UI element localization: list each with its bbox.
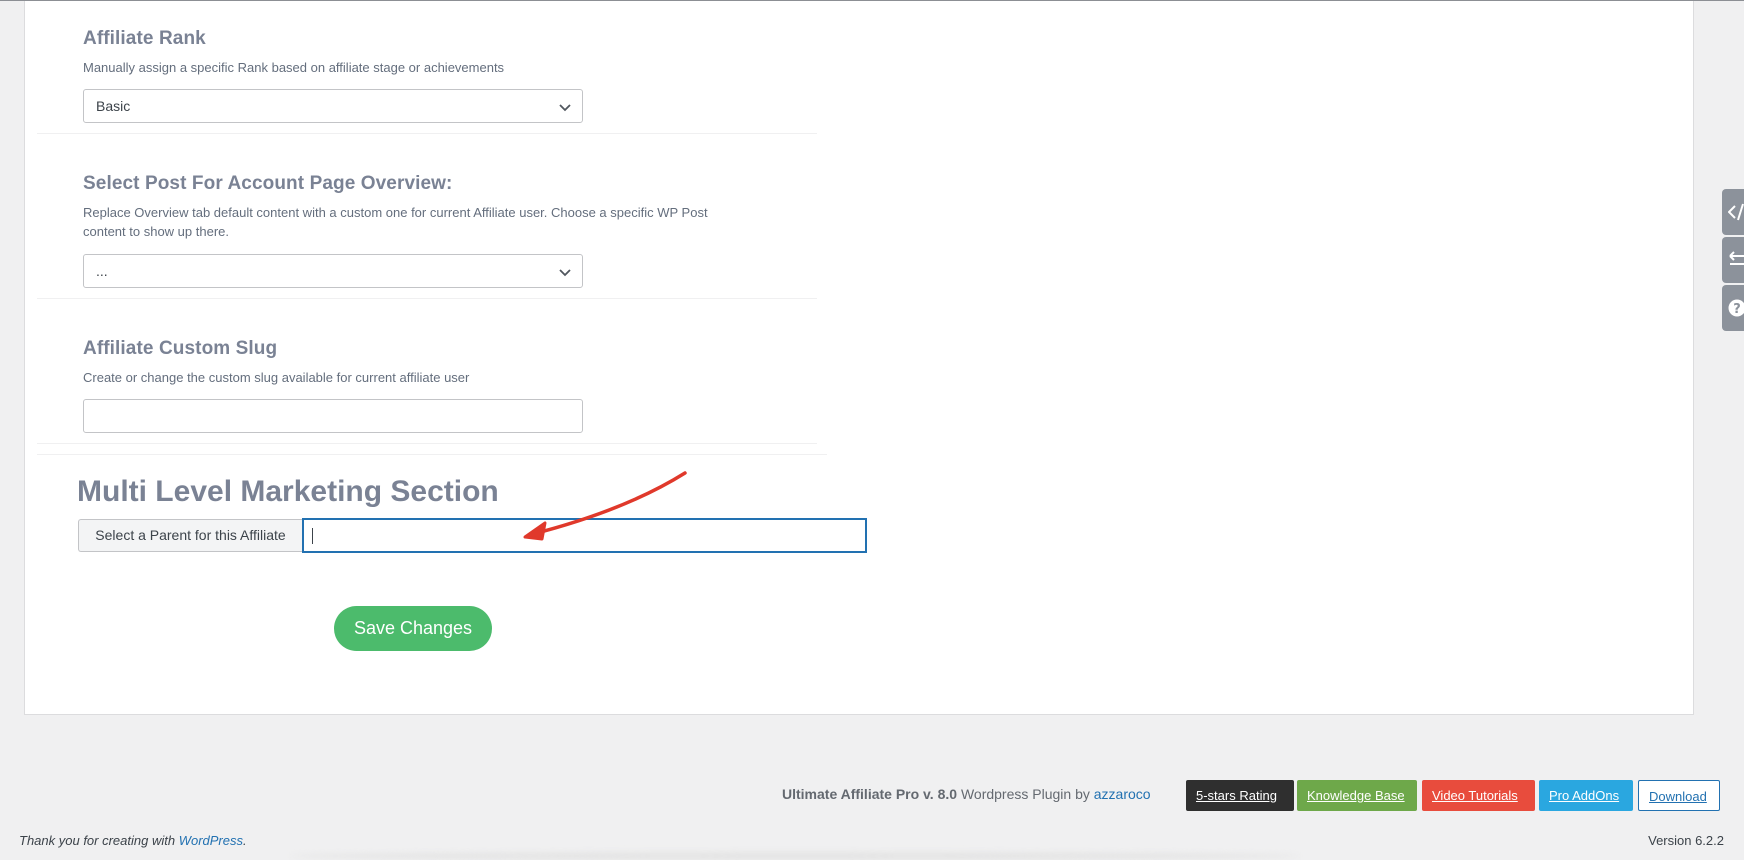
overview-post-select[interactable]: ...: [83, 254, 583, 288]
settings-panel: Affiliate Rank Manually assign a specifi…: [24, 1, 1694, 715]
rating-button[interactable]: 5-stars Rating: [1186, 780, 1294, 811]
code-icon: [1728, 203, 1744, 221]
divider: [37, 133, 817, 134]
pro-addons-button[interactable]: Pro AddOns: [1539, 780, 1633, 811]
divider: [37, 443, 817, 444]
chevron-down-icon: [559, 104, 571, 112]
custom-slug-description: Create or change the custom slug availab…: [83, 370, 470, 385]
download-button[interactable]: Download: [1638, 780, 1720, 811]
overview-post-description: Replace Overview tab default content wit…: [83, 203, 823, 241]
divider: [37, 454, 827, 455]
parent-affiliate-input[interactable]: [302, 518, 867, 553]
wordpress-link[interactable]: WordPress: [179, 833, 243, 848]
knowledge-base-button[interactable]: Knowledge Base: [1297, 780, 1417, 811]
affiliate-rank-title: Affiliate Rank: [83, 28, 206, 49]
svg-text:?: ?: [1733, 302, 1741, 317]
side-tab-code[interactable]: [1722, 189, 1744, 235]
bottom-shadow: [290, 852, 1300, 860]
footer-thanks: Thank you for creating with WordPress.: [19, 833, 247, 848]
custom-slug-section: Affiliate Custom Slug Create or change t…: [83, 338, 823, 387]
side-tab-arrows[interactable]: [1722, 237, 1744, 283]
author-link[interactable]: azzaroco: [1094, 786, 1151, 802]
side-tabs: ?: [1722, 189, 1744, 333]
side-tab-help[interactable]: ?: [1722, 285, 1744, 331]
text-caret: [312, 528, 313, 544]
divider: [37, 298, 817, 299]
custom-slug-title: Affiliate Custom Slug: [83, 338, 278, 359]
plugin-text: Wordpress Plugin by: [957, 786, 1094, 802]
overview-post-title: Select Post For Account Page Overview:: [83, 173, 453, 194]
help-icon: ?: [1728, 299, 1744, 317]
overview-post-description-line2: content to show up there.: [83, 224, 229, 239]
affiliate-rank-description: Manually assign a specific Rank based on…: [83, 60, 505, 75]
thanks-suffix: .: [243, 833, 247, 848]
overview-post-selected: ...: [96, 263, 108, 279]
save-changes-button[interactable]: Save Changes: [334, 606, 492, 651]
affiliate-rank-selected: Basic: [96, 98, 131, 114]
arrows-icon: [1729, 251, 1744, 265]
custom-slug-input[interactable]: [83, 399, 583, 433]
affiliate-rank-select[interactable]: Basic: [83, 89, 583, 123]
thanks-prefix: Thank you for creating with: [19, 833, 179, 848]
wp-version: Version 6.2.2: [1648, 833, 1724, 848]
video-tutorials-button[interactable]: Video Tutorials: [1422, 780, 1535, 811]
affiliate-rank-section: Affiliate Rank Manually assign a specifi…: [83, 28, 823, 77]
mlm-section-title: Multi Level Marketing Section: [77, 475, 499, 508]
plugin-name: Ultimate Affiliate Pro v. 8.0: [782, 786, 958, 802]
chevron-down-icon: [559, 269, 571, 277]
overview-post-description-line1: Replace Overview tab default content wit…: [83, 205, 708, 220]
plugin-credits: Ultimate Affiliate Pro v. 8.0 Wordpress …: [782, 786, 1151, 802]
overview-post-section: Select Post For Account Page Overview: R…: [83, 173, 823, 241]
parent-affiliate-label: Select a Parent for this Affiliate: [78, 519, 302, 552]
